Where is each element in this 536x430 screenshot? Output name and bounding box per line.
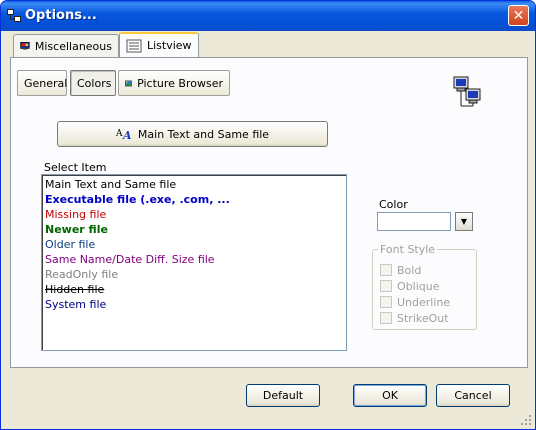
- tab-colors[interactable]: Colors: [70, 70, 116, 96]
- underline-checkbox[interactable]: Underline: [380, 295, 450, 309]
- checkbox-label: Underline: [397, 295, 451, 309]
- color-dropdown-button[interactable]: ▼: [455, 212, 473, 231]
- list-item[interactable]: Same Name/Date Diff. Size file: [45, 252, 343, 267]
- cancel-button-label: Cancel: [454, 389, 492, 402]
- font-style-group: Font Style Bold Oblique Underline Strike…: [372, 243, 477, 330]
- list-item[interactable]: Main Text and Same file: [45, 177, 343, 192]
- window-title: Options...: [25, 8, 97, 23]
- ok-button[interactable]: OK: [353, 384, 427, 407]
- tab-listview[interactable]: Listview: [119, 32, 199, 57]
- tab-miscellaneous[interactable]: Miscellaneous: [13, 34, 119, 57]
- select-item-label: Select Item: [44, 161, 107, 174]
- list-item[interactable]: Older file: [45, 237, 343, 252]
- list-item[interactable]: Missing file: [45, 207, 343, 222]
- network-computers-icon: [453, 76, 481, 107]
- settings-icon: [20, 41, 30, 50]
- color-label: Color: [379, 198, 408, 211]
- tab-picture-browser[interactable]: Picture Browser: [118, 70, 230, 96]
- default-button[interactable]: Default: [246, 384, 320, 407]
- main-text-button-label: Main Text and Same file: [137, 127, 270, 141]
- bold-checkbox[interactable]: Bold: [380, 263, 421, 277]
- checkbox-box[interactable]: [380, 296, 392, 308]
- app-icon: [7, 9, 21, 22]
- tab-label: Picture Browser: [137, 76, 223, 90]
- list-item[interactable]: Hidden file: [45, 282, 343, 297]
- checkbox-label: Bold: [397, 263, 422, 277]
- listview-icon: [126, 39, 142, 52]
- listview-panel: General Colors Picture Browser A A Main …: [10, 57, 528, 368]
- checkbox-label: StrikeOut: [397, 311, 449, 325]
- checkbox-box[interactable]: [380, 264, 392, 276]
- list-item[interactable]: ReadOnly file: [45, 267, 343, 282]
- main-text-button[interactable]: A A Main Text and Same file: [57, 121, 328, 147]
- svg-text:A: A: [122, 129, 132, 140]
- default-button-label: Default: [262, 389, 304, 402]
- dropdown-arrow-icon: ▼: [460, 217, 468, 226]
- title-bar[interactable]: Options... ✕: [1, 1, 535, 31]
- checkbox-box[interactable]: [380, 280, 392, 292]
- tab-general[interactable]: General: [17, 70, 67, 96]
- checkbox-label: Oblique: [397, 279, 440, 293]
- options-dialog: Options... ✕ Miscellaneous Listview Gene…: [0, 0, 536, 430]
- list-item[interactable]: Newer file: [45, 222, 343, 237]
- tab-label: Listview: [147, 39, 192, 52]
- tab-label: Colors: [77, 76, 112, 90]
- oblique-checkbox[interactable]: Oblique: [380, 279, 439, 293]
- close-button[interactable]: ✕: [508, 5, 529, 26]
- font-icon: A A: [116, 129, 132, 140]
- color-select[interactable]: [377, 212, 451, 231]
- resize-grip-icon[interactable]: [520, 414, 532, 426]
- cancel-button[interactable]: Cancel: [436, 384, 510, 407]
- close-icon: ✕: [512, 7, 525, 24]
- font-style-legend: Font Style: [378, 243, 438, 256]
- list-item[interactable]: Executable file (.exe, .com, ...: [45, 192, 343, 207]
- select-item-listbox[interactable]: Main Text and Same file Executable file …: [41, 174, 347, 351]
- strikeout-checkbox[interactable]: StrikeOut: [380, 311, 449, 325]
- tab-label: General: [24, 76, 68, 90]
- checkbox-box[interactable]: [380, 312, 392, 324]
- svg-text:A: A: [116, 129, 123, 139]
- picture-icon: [125, 80, 133, 86]
- ok-button-label: OK: [382, 389, 398, 402]
- list-item[interactable]: System file: [45, 297, 343, 312]
- tab-label: Miscellaneous: [34, 39, 112, 53]
